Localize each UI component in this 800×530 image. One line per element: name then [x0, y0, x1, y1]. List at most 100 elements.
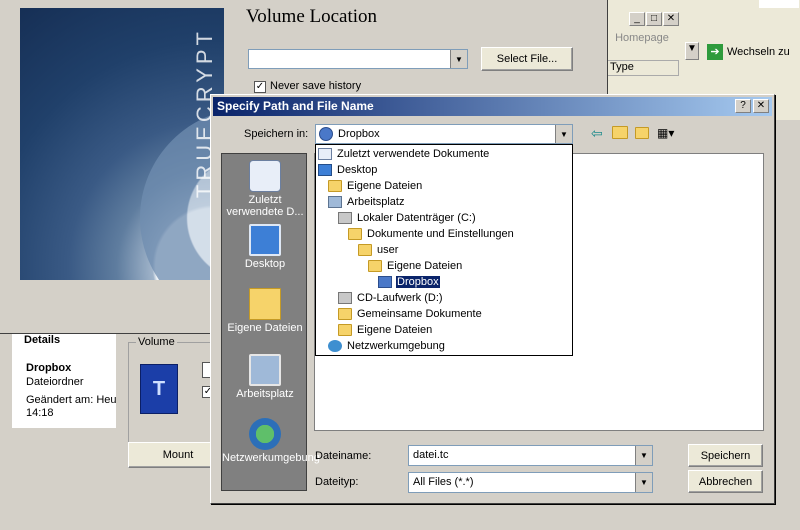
dropdown-item-label: Arbeitsplatz: [347, 196, 405, 208]
recent-documents-icon: [318, 148, 332, 160]
dropbox-folder-icon: [378, 276, 392, 288]
network-icon: [328, 340, 342, 352]
save-in-label: Speichern in:: [244, 128, 309, 140]
minimize-icon[interactable]: _: [629, 12, 645, 26]
never-save-history-checkbox[interactable]: ✓: [254, 81, 266, 93]
dialog-titlebar[interactable]: Specify Path and File Name: [213, 97, 772, 116]
save-in-value: Dropbox: [338, 128, 380, 140]
place-my-computer-label: Arbeitsplatz: [236, 388, 294, 400]
dropdown-item[interactable]: Dokumente und Einstellungen: [348, 226, 515, 242]
desktop-icon: [249, 224, 281, 256]
select-file-button[interactable]: Select File...: [481, 47, 573, 71]
dropdown-item[interactable]: Netzwerkumgebung: [328, 338, 446, 354]
place-recent-label: Zuletzt verwendete D...: [226, 194, 304, 218]
cancel-button[interactable]: Abbrechen: [688, 470, 763, 493]
volume-group-label: Volume: [136, 336, 177, 348]
dropdown-item[interactable]: Eigene Dateien: [328, 178, 423, 194]
volume-location-title: Volume Location: [246, 6, 378, 27]
dropdown-item-label: CD-Laufwerk (D:): [357, 292, 443, 304]
dropdown-item-label: Netzwerkumgebung: [347, 340, 445, 352]
filetype-arrow-icon[interactable]: ▼: [635, 473, 652, 492]
folder-icon: [338, 324, 352, 336]
new-folder-icon[interactable]: [635, 126, 651, 139]
save-in-arrow-icon[interactable]: ▼: [555, 125, 572, 143]
my-documents-icon: [249, 288, 281, 320]
dropdown-item[interactable]: Lokaler Datenträger (C:): [338, 210, 477, 226]
place-my-documents[interactable]: Eigene Dateien: [222, 288, 308, 334]
dropdown-item[interactable]: Arbeitsplatz: [328, 194, 405, 210]
dropbox-combo-icon: [319, 127, 333, 141]
dropdown-item[interactable]: Eigene Dateien: [338, 322, 433, 338]
address-dropdown-icon[interactable]: ▼: [685, 42, 699, 60]
details-pane: Details Dropbox Dateiordner Geändert am:…: [12, 328, 120, 428]
place-desktop-label: Desktop: [244, 258, 286, 270]
place-network[interactable]: Netzwerkumgebung: [222, 418, 320, 464]
homepage-tab[interactable]: Homepage: [607, 32, 677, 48]
dropdown-item-label: Dokumente und Einstellungen: [367, 228, 514, 240]
dropdown-item-label: Eigene Dateien: [347, 180, 423, 192]
dropdown-item[interactable]: CD-Laufwerk (D:): [338, 290, 444, 306]
dropdown-item-label: Zuletzt verwendete Dokumente: [337, 148, 490, 160]
save-dialog: Specify Path and File Name ? ✕ Speichern…: [210, 94, 775, 504]
never-save-history-label: Never save history: [270, 80, 362, 92]
dropdown-item-label: user: [377, 244, 399, 256]
truecrypt-logo-icon: T: [140, 364, 178, 414]
type-column-label: Type: [610, 61, 634, 73]
dropdown-item[interactable]: Gemeinsame Dokumente: [338, 306, 483, 322]
filetype-label: Dateityp:: [315, 476, 359, 488]
dropdown-item[interactable]: Eigene Dateien: [368, 258, 463, 274]
select-file-label: Select File...: [496, 53, 558, 65]
mount-label: Mount: [162, 449, 194, 461]
filename-label: Dateiname:: [315, 450, 372, 462]
maximize-icon[interactable]: □: [646, 12, 662, 26]
my-computer-icon: [249, 354, 281, 386]
dropdown-item[interactable]: Desktop: [318, 162, 378, 178]
dropdown-item[interactable]: Zuletzt verwendete Dokumente: [318, 146, 490, 162]
up-folder-icon[interactable]: [612, 126, 628, 139]
place-recent[interactable]: Zuletzt verwendete D...: [222, 160, 308, 218]
dropdown-item[interactable]: user: [358, 242, 399, 258]
cd-drive-icon: [338, 292, 352, 304]
filename-arrow-icon[interactable]: ▼: [635, 446, 652, 465]
truecrypt-banner-image: TRUECRYPT: [20, 8, 224, 280]
combo-arrow-icon[interactable]: ▼: [450, 50, 467, 68]
details-item-type: Dateiordner: [26, 376, 84, 388]
filename-value: datei.tc: [413, 449, 449, 461]
truecrypt-main-window: Volume T ✓ Mount: [116, 334, 228, 494]
go-button[interactable]: ➔ Wechseln zu: [707, 42, 799, 62]
dropdown-item-label: Desktop: [337, 164, 378, 176]
explorer-corner: [759, 0, 799, 8]
view-menu-icon[interactable]: ▦▾: [657, 126, 679, 140]
desktop-icon: [318, 164, 332, 176]
dropdown-item[interactable]: Dropbox: [378, 274, 441, 290]
dropdown-item-label: Eigene Dateien: [387, 260, 463, 272]
filetype-combo[interactable]: All Files (*.*) ▼: [408, 472, 653, 493]
explorer-column-header[interactable]: Type: [605, 60, 679, 76]
volume-path-combo[interactable]: ▼: [248, 49, 468, 69]
save-in-combo[interactable]: Dropbox ▼: [315, 124, 573, 144]
close-icon[interactable]: ✕: [663, 12, 679, 26]
filetype-value: All Files (*.*): [413, 476, 474, 488]
place-network-label: Netzwerkumgebung: [222, 452, 320, 464]
folder-icon: [358, 244, 372, 256]
back-icon[interactable]: ⇦: [591, 125, 603, 142]
folder-icon: [348, 228, 362, 240]
details-modified: Geändert am: Heut: [26, 394, 120, 406]
place-my-computer[interactable]: Arbeitsplatz: [222, 354, 308, 400]
my-computer-icon: [328, 196, 342, 208]
filename-combo[interactable]: datei.tc ▼: [408, 445, 653, 466]
save-in-dropdown[interactable]: Zuletzt verwendete Dokumente Desktop Eigen…: [315, 144, 573, 356]
save-button[interactable]: Speichern: [688, 444, 763, 467]
recent-documents-icon: [249, 160, 281, 192]
places-bar: Zuletzt verwendete D... Desktop Eigene D…: [221, 153, 320, 491]
go-arrow-icon: ➔: [707, 44, 723, 60]
close-dialog-icon[interactable]: ✕: [753, 99, 769, 113]
dropdown-item-label: Dropbox: [395, 275, 441, 289]
dropdown-item-label: Eigene Dateien: [357, 324, 433, 336]
folder-icon: [338, 308, 352, 320]
dialog-title: Specify Path and File Name: [217, 99, 374, 113]
save-label: Speichern: [700, 449, 751, 462]
help-icon[interactable]: ?: [735, 99, 751, 113]
details-item-name: Dropbox: [26, 362, 72, 374]
place-desktop[interactable]: Desktop: [222, 224, 308, 270]
